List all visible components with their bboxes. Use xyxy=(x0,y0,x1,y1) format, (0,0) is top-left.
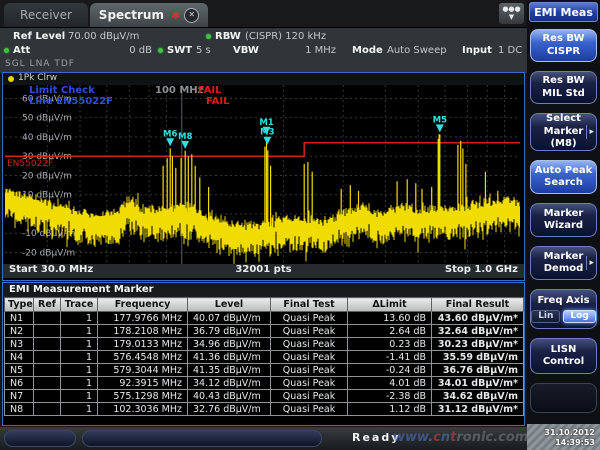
ref-level-value[interactable]: 70.00 dBµV/m xyxy=(68,31,139,42)
softkey-empty[interactable] xyxy=(530,383,597,413)
settings-header: Ref Level 70.00 dBµV/m RBW (CISPR) 120 k… xyxy=(0,27,527,73)
chevron-down-icon: ▼ xyxy=(499,13,524,21)
main-area: Receiver Spectrum ✱ ✕ ●●● ▼ Ref Level 70… xyxy=(0,0,527,450)
plot-footer: Start 30.0 MHz 32001 pts Stop 1.0 GHz xyxy=(3,264,524,278)
softkey-auto-peak-search[interactable]: Auto PeakSearch xyxy=(530,160,597,194)
unsaved-star-icon: ✱ xyxy=(171,9,180,22)
submenu-arrow-icon: ▸ xyxy=(586,256,594,270)
time-label: 14:39:53 xyxy=(527,438,595,448)
limit-line-result: FAIL xyxy=(206,96,230,107)
status-slot-2[interactable] xyxy=(82,430,322,447)
marker-table: Type Ref Trace Frequency Level Final Tes… xyxy=(4,297,524,416)
softkey-res-bw-cispr[interactable]: Res BWCISPR xyxy=(530,29,597,62)
tab-receiver-label: Receiver xyxy=(20,8,72,22)
svg-text:M8: M8 xyxy=(178,132,192,142)
submenu-arrow-icon: ▸ xyxy=(586,125,594,139)
swt-value[interactable]: 5 s xyxy=(196,45,211,56)
datetime-panel: 31.10.2012 14:39:53 xyxy=(527,424,600,450)
svg-text:M5: M5 xyxy=(433,115,447,125)
close-tab-icon[interactable]: ✕ xyxy=(184,8,199,23)
sidebar-buttons: Res BWCISPR Res BWMIL Std SelectMarker(M8)… xyxy=(527,29,600,422)
swt-led-icon xyxy=(158,48,163,53)
softkey-sidebar: EMI Meas Res BWCISPR Res BWMIL Std SelectM… xyxy=(527,0,600,450)
ref-level-label[interactable]: Ref Level xyxy=(13,31,65,42)
att-label[interactable]: Att xyxy=(13,45,30,56)
softkey-marker-wizard[interactable]: MarkerWizard xyxy=(530,203,597,237)
softkey-lisn-control[interactable]: LISNControl xyxy=(530,338,597,374)
att-value[interactable]: 0 dB xyxy=(118,45,152,56)
table-row[interactable]: N6192.3915 MHz34.12 dBµV/mQuasi Peak4.01… xyxy=(5,377,524,390)
mode-value[interactable]: Auto Sweep xyxy=(387,45,447,56)
trace-info-bar: 1Pk Clrw xyxy=(3,73,524,85)
svg-text:50 dBµV/m: 50 dBµV/m xyxy=(22,114,72,124)
svg-text:M1: M1 xyxy=(259,118,273,128)
input-label[interactable]: Input xyxy=(462,45,492,56)
att-led-icon xyxy=(4,48,9,53)
marker-table-title: EMI Measurement Marker xyxy=(3,283,524,297)
col-ref: Ref xyxy=(34,298,61,312)
tab-list-dropdown-button[interactable]: ●●● ▼ xyxy=(499,3,524,24)
softkey-menu-title: EMI Meas xyxy=(529,2,598,22)
table-row[interactable]: N51579.3044 MHz41.35 dBµV/mQuasi Peak-0.… xyxy=(5,364,524,377)
table-row[interactable]: N71575.1298 MHz40.43 dBµV/mQuasi Peak-2.… xyxy=(5,390,524,403)
svg-text:-20 dBµV/m: -20 dBµV/m xyxy=(22,249,75,259)
vbw-value[interactable]: 1 MHz xyxy=(300,45,336,56)
tab-receiver[interactable]: Receiver xyxy=(4,3,88,27)
center-freq-label: 100 MHz xyxy=(155,85,204,96)
spectrum-window: 1Pk Clrw 60 dBµV/m50 dBµV/m40 dBµV/m30 d… xyxy=(2,72,525,281)
sweep-points-label: 32001 pts xyxy=(235,264,291,275)
swt-label[interactable]: SWT xyxy=(167,45,192,56)
col-trace: Trace xyxy=(61,298,98,312)
softkey-marker-demod[interactable]: MarkerDemod▸ xyxy=(530,246,597,280)
svg-text:M3: M3 xyxy=(260,128,274,138)
softkey-freq-axis[interactable]: Freq AxisLinLog xyxy=(530,289,597,329)
vbw-label[interactable]: VBW xyxy=(233,45,259,56)
softkey-res-bw-mil-std[interactable]: Res BWMIL Std xyxy=(530,71,597,104)
limit-line-label: Line EN55022F xyxy=(29,96,113,107)
dots-icon: ●●● xyxy=(499,5,524,13)
tab-spectrum[interactable]: Spectrum ✱ ✕ xyxy=(90,3,208,27)
toggle-log[interactable]: Log xyxy=(563,310,595,323)
col-type: Type xyxy=(5,298,34,312)
svg-text:20 dBµV/m: 20 dBµV/m xyxy=(22,172,72,182)
rbw-label[interactable]: RBW xyxy=(215,31,241,42)
col-final-test: Final Test xyxy=(271,298,348,312)
table-row[interactable]: N21178.2108 MHz36.79 dBµV/mQuasi Peak2.6… xyxy=(5,325,524,338)
svg-text:40 dBµV/m: 40 dBµV/m xyxy=(22,133,72,143)
stop-freq-label: Stop 1.0 GHz xyxy=(445,264,518,275)
table-header-row: Type Ref Trace Frequency Level Final Tes… xyxy=(5,298,524,312)
tab-bar: Receiver Spectrum ✱ ✕ ●●● ▼ xyxy=(0,0,527,27)
table-row[interactable]: N81102.3036 MHz32.76 dBµV/mQuasi Peak1.1… xyxy=(5,403,524,416)
marker-table-window: EMI Measurement Marker Type Ref Trace Fr… xyxy=(2,282,525,426)
tab-spectrum-label: Spectrum xyxy=(99,8,164,22)
svg-text:M6: M6 xyxy=(163,129,177,139)
limit-check-result: FAIL xyxy=(198,85,222,96)
trace-label[interactable]: 1Pk Clrw xyxy=(18,73,57,83)
col-delta-limit: ΔLimit xyxy=(348,298,432,312)
table-row[interactable]: N41576.4548 MHz41.36 dBµV/mQuasi Peak-1.… xyxy=(5,351,524,364)
table-row[interactable]: N31179.0133 MHz34.96 dBµV/mQuasi Peak0.2… xyxy=(5,338,524,351)
rbw-led-icon xyxy=(206,34,211,39)
limit-check-label: Limit Check xyxy=(29,85,95,96)
start-freq-label: Start 30.0 MHz xyxy=(9,264,93,275)
sweep-flags: SGL LNA TDF xyxy=(5,59,75,69)
marker-table-body: N11177.9766 MHz40.07 dBµV/mQuasi Peak13.… xyxy=(5,312,524,416)
col-frequency: Frequency xyxy=(98,298,188,312)
toggle-lin[interactable]: Lin xyxy=(531,310,560,323)
mode-label[interactable]: Mode xyxy=(352,45,383,56)
status-slot-1[interactable] xyxy=(4,430,76,447)
col-level: Level xyxy=(188,298,271,312)
col-final-result: Final Result xyxy=(432,298,524,312)
softkey-select-marker[interactable]: SelectMarker(M8)▸ xyxy=(530,113,597,151)
spectrum-svg: 60 dBµV/m50 dBµV/m40 dBµV/m30 dBµV/m20 d… xyxy=(5,85,520,264)
table-row[interactable]: N11177.9766 MHz40.07 dBµV/mQuasi Peak13.… xyxy=(5,312,524,325)
date-label: 31.10.2012 xyxy=(527,428,595,438)
trace-led-icon xyxy=(8,76,14,82)
input-value[interactable]: 1 DC xyxy=(498,45,522,56)
spectrum-plot[interactable]: 60 dBµV/m50 dBµV/m40 dBµV/m30 dBµV/m20 d… xyxy=(5,85,520,264)
status-bar: Ready www.cntronic.com xyxy=(0,427,527,450)
rbw-value[interactable]: (CISPR) 120 kHz xyxy=(245,31,326,42)
watermark: www.cntronic.com xyxy=(393,430,528,445)
svg-text:EN55022F: EN55022F xyxy=(7,159,53,169)
